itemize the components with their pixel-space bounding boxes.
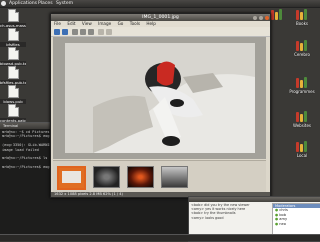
applications-menu[interactable]: Applications xyxy=(9,1,37,6)
terminal-line: mrb@nx:~/Pictures$ eog . xyxy=(2,165,54,170)
close-icon[interactable] xyxy=(265,15,269,20)
minimize-icon[interactable] xyxy=(253,15,257,20)
menu-file[interactable]: File xyxy=(54,21,61,26)
books-icon xyxy=(295,9,310,20)
thumbnail-rocks[interactable] xyxy=(93,166,120,188)
desktop-file-icon[interactable]: blowsd.pub.txt xyxy=(0,47,26,66)
gnome-foot-icon[interactable] xyxy=(1,1,6,6)
launcher[interactable]: Websites xyxy=(288,111,316,128)
document-icon xyxy=(7,28,19,41)
thumbnail-strip[interactable] xyxy=(53,160,266,193)
thumbnail-embers[interactable] xyxy=(127,166,154,188)
menu-image[interactable]: Image xyxy=(98,21,111,26)
chat-line: <amy> looks good xyxy=(191,215,224,220)
zoom-out-icon[interactable] xyxy=(80,28,86,35)
thumbnail-orange-framed[interactable] xyxy=(57,166,86,190)
user-list-item[interactable]: neo xyxy=(273,222,320,227)
menu-help[interactable]: Help xyxy=(146,21,156,26)
image-canvas[interactable] xyxy=(53,37,266,159)
terminal-line: mrb@nx:~/Pictures$ ls xyxy=(2,156,48,161)
viewer-title: IMG_1_0001.jpg xyxy=(142,15,179,20)
viewer-titlebar[interactable]: IMG_1_0001.jpg xyxy=(51,14,270,21)
terminal-line: mrb@nx: ~$ cd Pictures xyxy=(2,130,50,134)
launcher-label: Websites xyxy=(292,123,312,128)
zoom-fit-icon[interactable] xyxy=(88,28,94,35)
zoom-in-icon[interactable] xyxy=(72,28,78,35)
menu-tools[interactable]: Tools xyxy=(130,21,140,26)
chat-log: <bob> did you try the new viewer <amy> y… xyxy=(191,203,269,220)
places-menu[interactable]: Places xyxy=(38,1,53,6)
launcher-label: Programmes xyxy=(289,89,315,94)
forward-icon[interactable] xyxy=(62,28,68,35)
document-icon xyxy=(7,47,19,60)
viewer-toolbar xyxy=(51,27,270,37)
document-icon xyxy=(7,104,19,117)
image-viewer-window[interactable]: IMG_1_0001.jpg File Edit View Image Go T… xyxy=(50,13,271,198)
desktop-file-icon[interactable]: contents.patch xyxy=(0,104,26,123)
menu-view[interactable]: View xyxy=(82,21,92,26)
desktop-file-icon[interactable]: ch-asus-mass.pub xyxy=(0,9,26,28)
desktop-file-icon[interactable]: bfsfiles.pub.txt xyxy=(0,66,26,85)
launcher[interactable]: Books xyxy=(288,9,316,26)
terminal-line: mrb@nx:~/Pictures$ eog xyxy=(2,134,50,139)
document-icon xyxy=(7,9,19,22)
document-icon xyxy=(7,85,19,98)
launcher[interactable]: Programmes xyxy=(288,77,316,94)
launcher-label: Local xyxy=(296,153,308,158)
books-icon xyxy=(270,9,285,20)
menu-go[interactable]: Go xyxy=(118,21,124,26)
books-icon xyxy=(295,141,310,152)
top-panel: Applications Places System xyxy=(0,0,320,8)
books-icon xyxy=(295,77,310,88)
system-menu[interactable]: System xyxy=(56,1,73,6)
thumbnail-dark-landscape[interactable] xyxy=(161,166,188,188)
desktop-file-icon[interactable]: bfsfiles xyxy=(0,28,26,47)
maximize-icon[interactable] xyxy=(259,15,263,20)
chat-titlebar xyxy=(189,197,320,202)
launcher-label: Books xyxy=(295,21,309,26)
desktop-file-icon[interactable]: blows.pub xyxy=(0,85,26,104)
rotate-left-icon[interactable] xyxy=(98,28,104,35)
launcher[interactable]: Local xyxy=(288,141,316,158)
back-icon[interactable] xyxy=(54,28,60,35)
launcher[interactable]: Cerebro xyxy=(288,40,316,57)
books-icon xyxy=(295,40,310,51)
document-icon xyxy=(7,66,19,79)
rotate-right-icon[interactable] xyxy=(106,28,112,35)
books-icon xyxy=(295,111,310,122)
terminal-line: image load failed xyxy=(2,147,39,152)
menu-edit[interactable]: Edit xyxy=(67,21,75,26)
launcher-label: Cerebro xyxy=(294,52,310,57)
displayed-photo xyxy=(53,37,266,159)
